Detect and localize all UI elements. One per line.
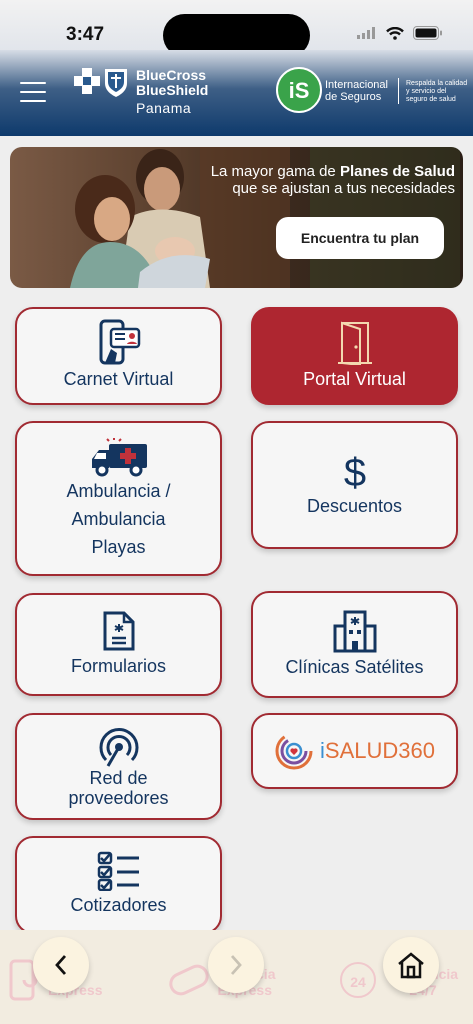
forward-button[interactable] [208, 937, 264, 993]
clinicas-satelites-label: Clínicas Satélites [285, 656, 424, 677]
home-button[interactable] [383, 937, 439, 993]
status-icons [357, 26, 443, 40]
red-proveedores-label: Red de proveedores [68, 767, 169, 808]
phone-id-card-icon [99, 319, 140, 365]
checklist-icon [97, 851, 139, 891]
descuentos-card[interactable]: $ Descuentos [251, 421, 458, 549]
banner-headline: La mayor gama de Planes de Salud que se … [210, 163, 455, 197]
24h-badge-icon: 24 [340, 962, 376, 998]
isalud360-wordmark: iSALUD360 [320, 738, 435, 763]
network-signal-icon [99, 727, 138, 767]
hospital-building-icon [333, 610, 376, 652]
chevron-left-icon [55, 955, 67, 975]
bluecross-blueshield-logo [74, 68, 127, 97]
ambulancia-label: Ambulancia / Ambulancia Playas [66, 480, 171, 557]
document-form-icon [103, 611, 134, 650]
app-header: BlueCross BlueShield Panama iS Internaci… [0, 50, 473, 136]
svg-text:$: $ [343, 451, 365, 492]
brand-region: Panama [136, 100, 192, 116]
find-your-plan-button[interactable]: Encuentra tu plan [276, 217, 444, 259]
chevron-right-icon [230, 955, 242, 975]
portal-virtual-card[interactable]: Portal Virtual [251, 307, 458, 405]
partner-divider [398, 78, 399, 104]
back-button[interactable] [33, 937, 89, 993]
red-proveedores-card[interactable]: Red de proveedores [15, 713, 222, 820]
carnet-virtual-label: Carnet Virtual [63, 369, 174, 389]
brand-name: BlueCross BlueShield [136, 67, 209, 98]
ambulance-icon [91, 437, 147, 476]
pill-icon [169, 964, 209, 996]
partner-tagline: Respalda la calidad y servicio del segur… [406, 80, 468, 103]
carnet-virtual-card[interactable]: Carnet Virtual [15, 307, 222, 405]
isalud360-card[interactable]: iSALUD360 [251, 713, 458, 789]
cellular-signal-icon [357, 27, 375, 39]
dollar-sign-icon: $ [343, 451, 365, 492]
descuentos-label: Descuentos [306, 496, 403, 516]
cotizadores-card[interactable]: Cotizadores [15, 836, 222, 934]
battery-icon [413, 26, 442, 40]
cotizadores-label: Cotizadores [70, 895, 167, 915]
clinicas-satelites-card[interactable]: Clínicas Satélites [251, 591, 458, 698]
promo-banner[interactable]: La mayor gama de Planes de Salud que se … [10, 147, 463, 288]
hamburger-menu-icon[interactable] [20, 82, 46, 102]
partner-logo: iS [276, 67, 322, 113]
portal-virtual-label: Portal Virtual [303, 369, 406, 389]
formularios-card[interactable]: Formularios [15, 593, 222, 696]
door-icon [337, 321, 372, 365]
isalud360-logo-icon [275, 732, 313, 770]
formularios-label: Formularios [70, 655, 167, 676]
status-time: 3:47 [66, 24, 105, 45]
ambulancia-card[interactable]: Ambulancia / Ambulancia Playas [15, 421, 222, 576]
home-icon [398, 952, 424, 979]
partner-name: Internacional de Seguros [325, 79, 388, 103]
wifi-icon [386, 26, 404, 40]
